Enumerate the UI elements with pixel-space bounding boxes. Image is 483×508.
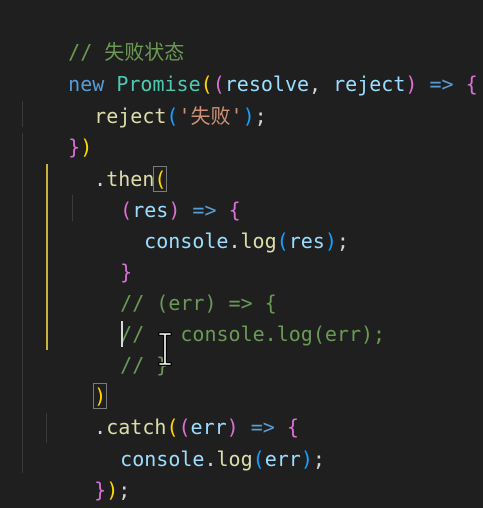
code-line[interactable]: // 失败状态 xyxy=(20,6,184,64)
code-line[interactable]: // (err) => { xyxy=(72,257,277,315)
code-punctuation: ; xyxy=(254,104,267,128)
code-bracket: } xyxy=(94,478,107,502)
code-punctuation: ; xyxy=(312,447,325,471)
code-punctuation: ; xyxy=(118,478,131,502)
i-beam-cursor-icon xyxy=(158,332,172,366)
code-line[interactable]: console.log(err); xyxy=(72,413,325,471)
code-bracket: ) xyxy=(300,447,313,471)
code-line[interactable]: console.log(res); xyxy=(96,195,349,253)
code-line[interactable]: .catch((err) => { xyxy=(46,381,299,439)
code-line[interactable]: }); xyxy=(46,444,130,502)
code-line[interactable]: .then( xyxy=(46,133,168,192)
code-punctuation: ; xyxy=(336,229,349,253)
code-editor[interactable]: // 失败状态 new Promise((resolve, reject) =>… xyxy=(0,0,483,508)
code-function: log xyxy=(216,447,253,471)
code-parameter: reject xyxy=(333,72,406,96)
code-bracket: ( xyxy=(252,447,265,471)
code-string: '失败' xyxy=(178,104,243,128)
code-line[interactable]: (res) => { xyxy=(72,164,240,222)
code-bracket: ) xyxy=(106,478,119,502)
code-parameter: res xyxy=(288,229,325,253)
code-parameter: err xyxy=(264,447,301,471)
code-bracket: ( xyxy=(166,104,179,128)
code-line[interactable]: } xyxy=(72,226,132,284)
code-function: reject xyxy=(94,104,167,128)
code-line[interactable]: reject('失败'); xyxy=(46,70,266,128)
code-bracket: ) xyxy=(242,104,255,128)
code-line[interactable]: }) xyxy=(20,101,92,159)
code-line[interactable]: new Promise((resolve, reject) => { xyxy=(20,38,477,96)
code-bracket: ( xyxy=(276,229,289,253)
code-function: log xyxy=(240,229,277,253)
code-variable: console xyxy=(120,447,205,471)
code-bracket: ) xyxy=(324,229,337,253)
code-punctuation: , xyxy=(309,72,334,96)
code-variable: console xyxy=(144,229,229,253)
code-punctuation: . xyxy=(228,229,241,253)
code-line[interactable]: // console.log(err); xyxy=(72,288,385,346)
code-line[interactable]: ) xyxy=(46,350,108,409)
code-bracket: { xyxy=(465,72,478,96)
code-punctuation: . xyxy=(204,447,217,471)
code-bracket: ) xyxy=(405,72,418,96)
text-cursor xyxy=(121,321,123,347)
code-arrow: => xyxy=(417,72,466,96)
